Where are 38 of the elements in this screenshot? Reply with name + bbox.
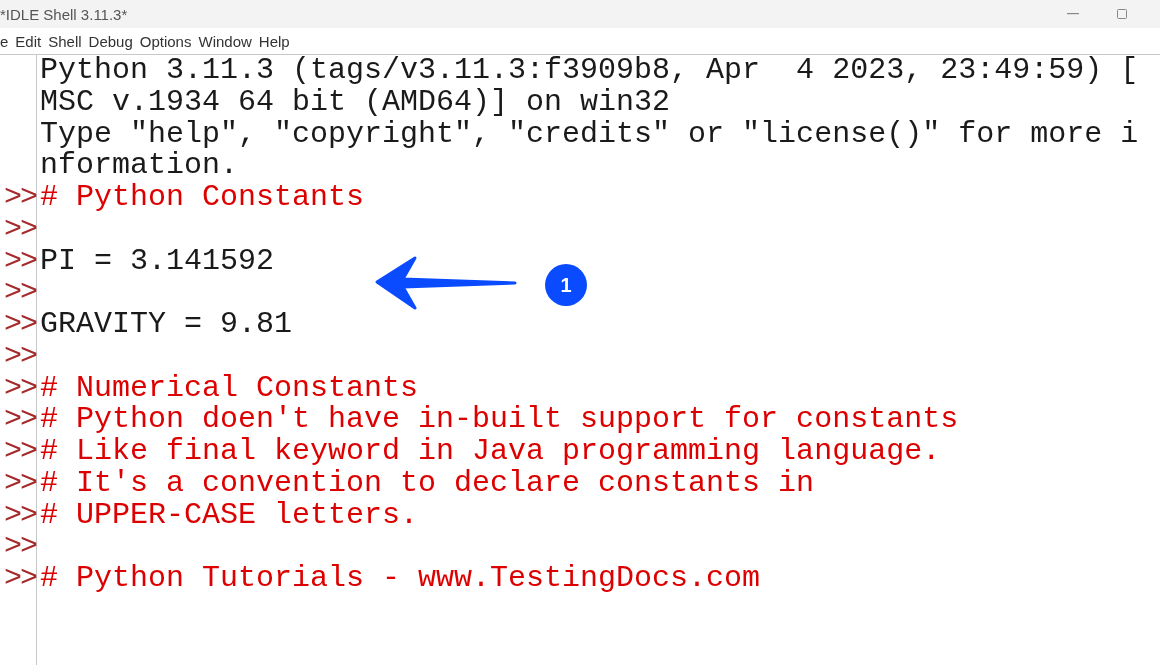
- code-line: # It's a convention to declare constants in: [40, 467, 815, 500]
- shell-prompt: >>: [4, 340, 36, 373]
- shell-prompt: >>: [4, 277, 36, 309]
- shell-prompt: >>: [4, 182, 36, 214]
- arrow-icon: [375, 255, 517, 311]
- minimize-icon[interactable]: [1067, 13, 1079, 15]
- menu-item[interactable]: Window: [198, 32, 252, 50]
- code-line: MSC v.1934 64 bit (AMD64)] on win32: [40, 86, 671, 119]
- maximize-icon[interactable]: [1117, 9, 1127, 19]
- shell-prompt: >>: [4, 563, 36, 595]
- step-badge: 1: [545, 264, 587, 306]
- code-line: # UPPER-CASE letters.: [40, 499, 419, 532]
- menu-item[interactable]: Options: [139, 32, 192, 50]
- menu-item[interactable]: Shell: [48, 32, 82, 50]
- code-line: # Like final keyword in Java programming language.: [40, 436, 941, 468]
- code-line: PI = 3.141592: [40, 245, 275, 278]
- window-title: *IDLE Shell 3.11.3*: [0, 5, 128, 23]
- code-line: Python 3.11.3 (tags/v3.11.3:f3909b8, Apr 4 2023, 23:49:59) [: [40, 55, 1139, 87]
- code-line: # Python Tutorials - www.TestingDocs.com: [40, 563, 761, 595]
- menu-item[interactable]: Debug: [88, 32, 133, 50]
- shell-prompt: >>: [4, 467, 36, 500]
- code-line: # Python doen't have in-built support for constants: [40, 404, 959, 436]
- code-line: GRAVITY = 9.81: [40, 309, 293, 341]
- menu-item[interactable]: e: [0, 32, 9, 50]
- menu-item[interactable]: Edit: [15, 32, 42, 50]
- shell-prompt: >>: [4, 245, 36, 278]
- shell-prompt: >>: [4, 372, 36, 405]
- shell-prompt: >>: [4, 213, 36, 246]
- code-line: # Numerical Constants: [40, 372, 419, 405]
- shell-prompt: >>: [4, 436, 36, 468]
- code-line: Type "help", "copyright", "credits" or "license()" for more i: [40, 118, 1139, 151]
- shell-prompt: >>: [4, 499, 36, 532]
- code-line: nformation.: [40, 150, 239, 182]
- shell-prompt: >>: [4, 404, 36, 436]
- shell-prompt: >>: [4, 309, 36, 341]
- shell-prompt: >>: [4, 531, 36, 563]
- code-line: # Python Constants: [40, 182, 365, 214]
- menu-item[interactable]: Help: [258, 32, 290, 50]
